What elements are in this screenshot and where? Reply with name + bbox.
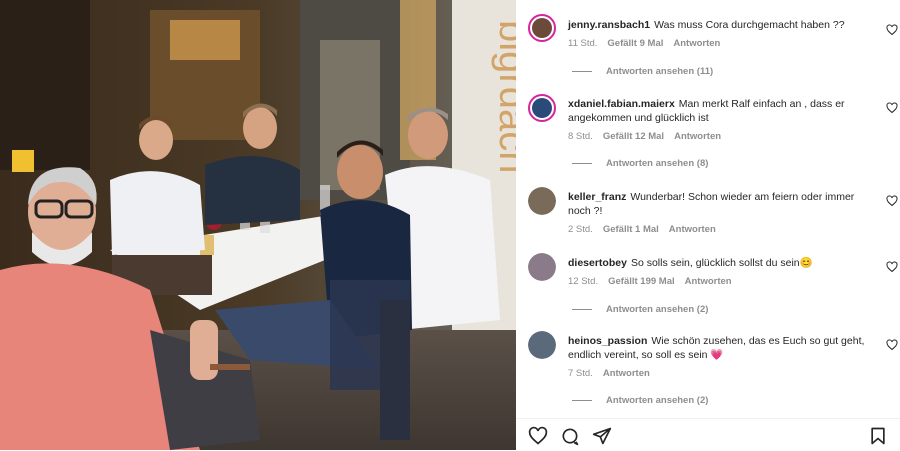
replies-divider [572, 309, 592, 310]
comment-time: 7 Std. [568, 368, 593, 379]
comment-username[interactable]: xdaniel.fabian.maierx [568, 98, 675, 110]
reply-button[interactable]: Antworten [685, 276, 732, 287]
comment-time: 11 Std. [568, 38, 598, 49]
comment-meta: 12 Std. Gefällt 199 Mal Antworten [568, 276, 732, 287]
view-replies-label: Antworten ansehen (2) [606, 395, 709, 406]
comment-time: 8 Std. [568, 131, 593, 142]
view-replies-label: Antworten ansehen (8) [606, 158, 709, 169]
comment-text-block: heinos_passion Wie schön zusehen, das es … [568, 334, 868, 362]
view-replies-button[interactable]: Antworten ansehen (2) [572, 304, 708, 315]
heart-icon[interactable] [886, 261, 898, 273]
comment-body: Was muss Cora durchgemacht haben ?? [654, 19, 845, 31]
comment-text-block: diesertobey So solls sein, glücklich soll… [568, 256, 868, 270]
reply-button[interactable]: Antworten [669, 224, 716, 235]
comments-panel: jenny.ransbach1 Was muss Cora durchgemach… [516, 0, 900, 450]
comment-likes[interactable]: Gefällt 1 Mal [603, 224, 659, 235]
post-photo[interactable]: bigrdach [0, 0, 516, 450]
comment-text-block: jenny.ransbach1 Was muss Cora durchgemach… [568, 18, 868, 32]
view-replies-button[interactable]: Antworten ansehen (8) [572, 158, 708, 169]
heart-icon[interactable] [886, 24, 898, 36]
comment-time: 12 Std. [568, 276, 599, 287]
svg-text:bigrdach: bigrdach [491, 20, 516, 173]
comment-username[interactable]: diesertobey [568, 257, 627, 269]
heart-icon[interactable] [528, 426, 548, 446]
comment-meta: 11 Std. Gefällt 9 Mal Antworten [568, 38, 720, 49]
comment-text-block: keller_franz Wunderbar! Schon wieder am f… [568, 190, 868, 218]
comment-body: So solls sein, glücklich sollst du sein😊 [630, 257, 813, 269]
comment-likes[interactable]: Gefällt 12 Mal [603, 131, 664, 142]
comment-meta: 2 Std. Gefällt 1 Mal Antworten [568, 224, 716, 235]
comments-list[interactable]: jenny.ransbach1 Was muss Cora durchgemach… [516, 0, 900, 420]
view-replies-button[interactable]: Antworten ansehen (2) [572, 395, 708, 406]
comment-meta: 8 Std. Gefällt 12 Mal Antworten [568, 131, 721, 142]
avatar[interactable] [528, 94, 556, 122]
avatar[interactable] [528, 14, 556, 42]
comment-likes[interactable]: Gefällt 199 Mal [608, 276, 675, 287]
replies-divider [572, 400, 592, 401]
replies-divider [572, 163, 592, 164]
comment-icon[interactable] [560, 426, 580, 446]
view-replies-label: Antworten ansehen (11) [606, 66, 714, 77]
comment-username[interactable]: keller_franz [568, 191, 626, 203]
avatar[interactable] [528, 187, 556, 215]
post-viewer: bigrdach jenny.ransbach1 Was muss Cora d… [0, 0, 900, 450]
reply-button[interactable]: Antworten [673, 38, 720, 49]
post-action-bar [516, 418, 900, 451]
heart-icon[interactable] [886, 195, 898, 207]
comment-username[interactable]: jenny.ransbach1 [568, 19, 650, 31]
comment-likes[interactable]: Gefällt 9 Mal [607, 38, 663, 49]
comment-username[interactable]: heinos_passion [568, 335, 647, 347]
restaurant-group-photo: bigrdach [0, 0, 516, 450]
comment-text-block: xdaniel.fabian.maierx Man merkt Ralf einf… [568, 97, 868, 125]
reply-button[interactable]: Antworten [674, 131, 721, 142]
comment-meta: 7 Std. Antworten [568, 368, 650, 379]
heart-icon[interactable] [886, 339, 898, 351]
reply-button[interactable]: Antworten [603, 368, 650, 379]
avatar[interactable] [528, 253, 556, 281]
bookmark-icon[interactable] [868, 426, 888, 446]
view-replies-label: Antworten ansehen (2) [606, 304, 709, 315]
replies-divider [572, 71, 592, 72]
comment-time: 2 Std. [568, 224, 593, 235]
share-icon[interactable] [592, 426, 612, 446]
heart-icon[interactable] [886, 102, 898, 114]
avatar[interactable] [528, 331, 556, 359]
view-replies-button[interactable]: Antworten ansehen (11) [572, 66, 713, 77]
